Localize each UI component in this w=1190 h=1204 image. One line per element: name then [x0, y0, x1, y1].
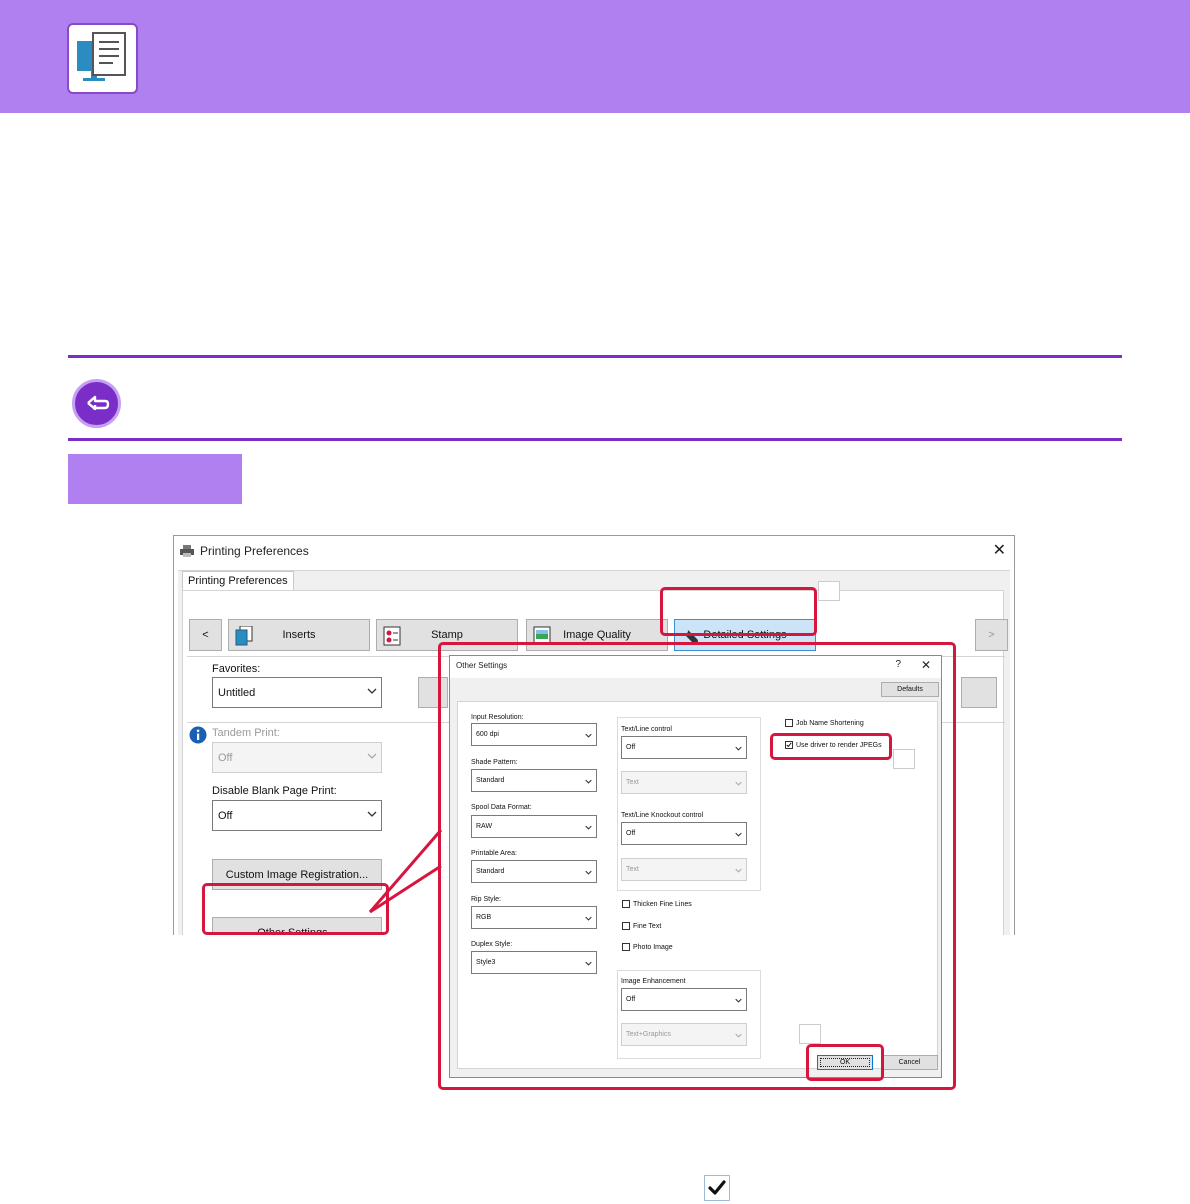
printer-icon [180, 545, 194, 557]
callout-ok-button [806, 1044, 884, 1081]
ribbon-inserts-button[interactable]: Inserts [228, 619, 370, 651]
checkmark-icon [708, 1180, 726, 1195]
callout-detailed-settings [660, 587, 817, 636]
step-marker [818, 581, 840, 601]
monitor-document-icon [67, 23, 138, 94]
divider-top [68, 355, 1122, 358]
favorites-delete-button[interactable] [961, 677, 997, 708]
info-icon [189, 726, 207, 744]
tandem-print-select: Off [212, 742, 382, 773]
step-band [68, 454, 242, 504]
callout-other-settings-button [202, 883, 389, 935]
chevron-down-icon [367, 688, 377, 694]
favorites-select[interactable]: Untitled [212, 677, 382, 708]
divider-bottom [68, 438, 1122, 441]
chevron-down-icon [367, 753, 377, 759]
tab-printing-preferences[interactable]: Printing Preferences [182, 571, 294, 590]
window-title: Printing Preferences [200, 544, 309, 558]
disable-blank-page-select[interactable]: Off [212, 800, 382, 831]
callout-other-settings-dialog [438, 642, 956, 1090]
checkbox-sample [704, 1175, 730, 1201]
favorites-label: Favorites: [212, 663, 261, 675]
disable-blank-page-label: Disable Blank Page Print: [212, 785, 337, 797]
ribbon-prev-button[interactable]: < [189, 619, 222, 651]
callout-use-driver-jpeg [770, 733, 892, 760]
return-icon[interactable] [72, 379, 121, 428]
close-icon[interactable]: ✕ [993, 540, 1006, 560]
header-band [0, 0, 1190, 113]
tandem-print-label: Tandem Print: [212, 727, 280, 739]
chevron-down-icon [367, 811, 377, 817]
ribbon-next-button[interactable]: > [975, 619, 1008, 651]
